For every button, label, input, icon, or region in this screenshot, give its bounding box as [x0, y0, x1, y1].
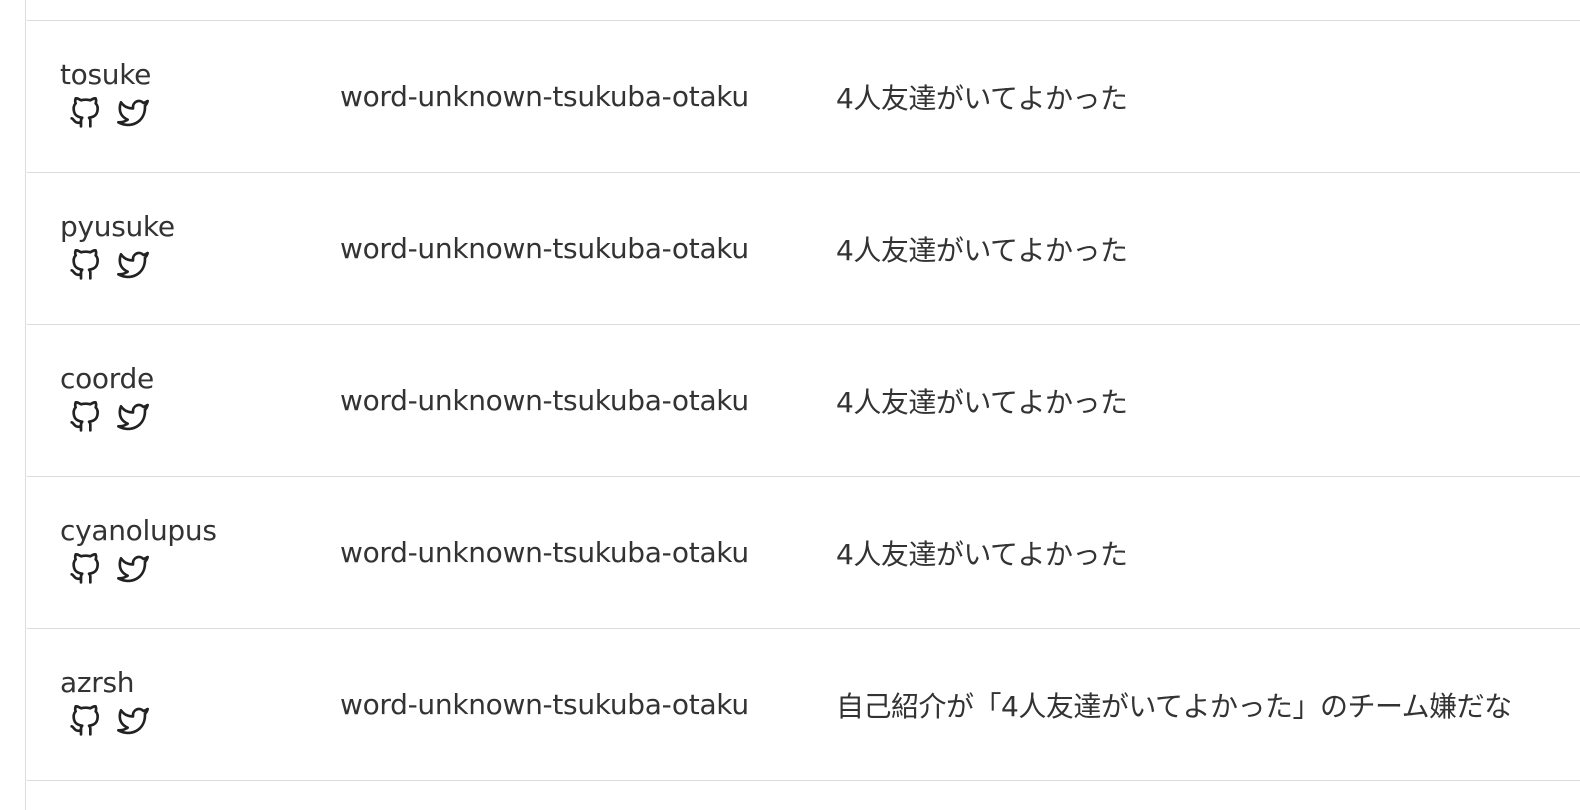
- twitter-icon[interactable]: [116, 96, 150, 130]
- comment-text: 自己紹介が「4人友達がいてよかった」のチーム嫌だな: [836, 689, 1512, 723]
- members-table: tosuke word-unknown-tsukuba-otaku 4人友達がい…: [27, 0, 1580, 781]
- social-links: [60, 704, 320, 738]
- member-cell: cyanolupus: [60, 514, 320, 586]
- team-name: word-unknown-tsukuba-otaku: [340, 688, 749, 721]
- twitter-icon[interactable]: [116, 704, 150, 738]
- social-links: [60, 96, 320, 130]
- member-cell: pyusuke: [60, 210, 320, 282]
- member-name: azrsh: [60, 666, 135, 699]
- member-cell: tosuke: [60, 58, 320, 130]
- twitter-icon[interactable]: [116, 552, 150, 586]
- github-icon[interactable]: [68, 400, 102, 434]
- twitter-icon[interactable]: [116, 400, 150, 434]
- table-row: azrsh word-unknown-tsukuba-otaku 自己紹介が「4…: [27, 629, 1580, 781]
- comment-text: 4人友達がいてよかった: [836, 537, 1128, 571]
- team-name: word-unknown-tsukuba-otaku: [340, 232, 749, 265]
- github-icon[interactable]: [68, 552, 102, 586]
- social-links: [60, 400, 320, 434]
- member-name: coorde: [60, 362, 154, 395]
- social-links: [60, 248, 320, 282]
- team-name: word-unknown-tsukuba-otaku: [340, 536, 749, 569]
- social-links: [60, 552, 320, 586]
- member-cell: coorde: [60, 362, 320, 434]
- github-icon[interactable]: [68, 704, 102, 738]
- member-name: tosuke: [60, 58, 152, 91]
- table-row: tosuke word-unknown-tsukuba-otaku 4人友達がい…: [27, 21, 1580, 173]
- team-name: word-unknown-tsukuba-otaku: [340, 80, 749, 113]
- left-border: [0, 0, 26, 810]
- table-row: cyanolupus word-unknown-tsukuba-otaku 4人…: [27, 477, 1580, 629]
- table-top-divider: [27, 0, 1580, 21]
- team-name: word-unknown-tsukuba-otaku: [340, 384, 749, 417]
- comment-text: 4人友達がいてよかった: [836, 385, 1128, 419]
- table-row: coorde word-unknown-tsukuba-otaku 4人友達がい…: [27, 325, 1580, 477]
- member-name: cyanolupus: [60, 514, 217, 547]
- github-icon[interactable]: [68, 96, 102, 130]
- members-page: tosuke word-unknown-tsukuba-otaku 4人友達がい…: [0, 0, 1580, 810]
- member-cell: azrsh: [60, 666, 320, 738]
- github-icon[interactable]: [68, 248, 102, 282]
- twitter-icon[interactable]: [116, 248, 150, 282]
- table-row: pyusuke word-unknown-tsukuba-otaku 4人友達が…: [27, 173, 1580, 325]
- comment-text: 4人友達がいてよかった: [836, 233, 1128, 267]
- member-name: pyusuke: [60, 210, 175, 243]
- comment-text: 4人友達がいてよかった: [836, 81, 1128, 115]
